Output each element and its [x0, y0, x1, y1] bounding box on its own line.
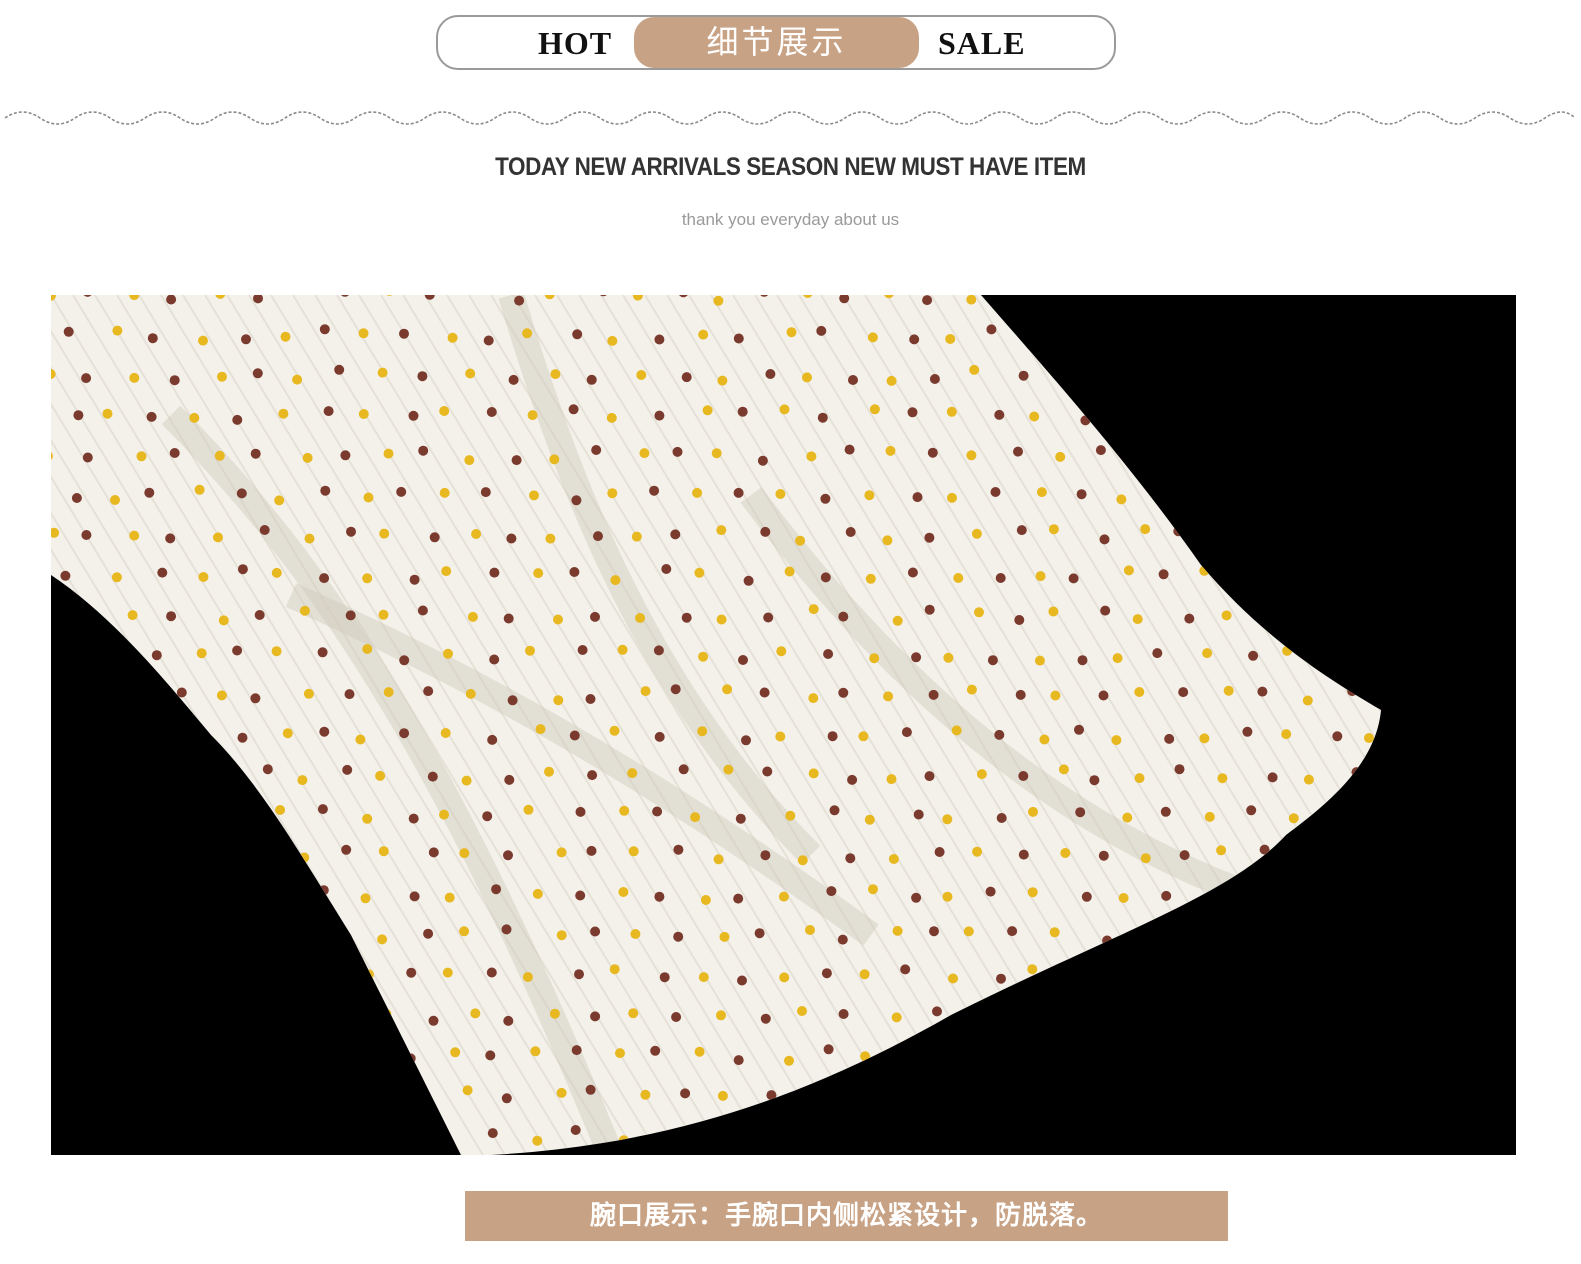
hot-sale-banner: HOT 细节展示 SALE — [436, 15, 1116, 70]
sale-label: SALE — [938, 25, 1026, 61]
section-subtitle: thank you everyday about us — [681, 210, 900, 229]
hot-label: HOT — [538, 25, 613, 61]
section-title: TODAY NEW ARRIVALS SEASON NEW MUST HAVE … — [495, 153, 1086, 181]
product-detail-photo — [51, 295, 1516, 1155]
wavy-divider — [4, 111, 1576, 125]
detail-display-label: 细节展示 — [634, 17, 919, 68]
cuff-detail-caption: 腕口展示：手腕口内侧松紧设计，防脱落。 — [465, 1191, 1228, 1241]
